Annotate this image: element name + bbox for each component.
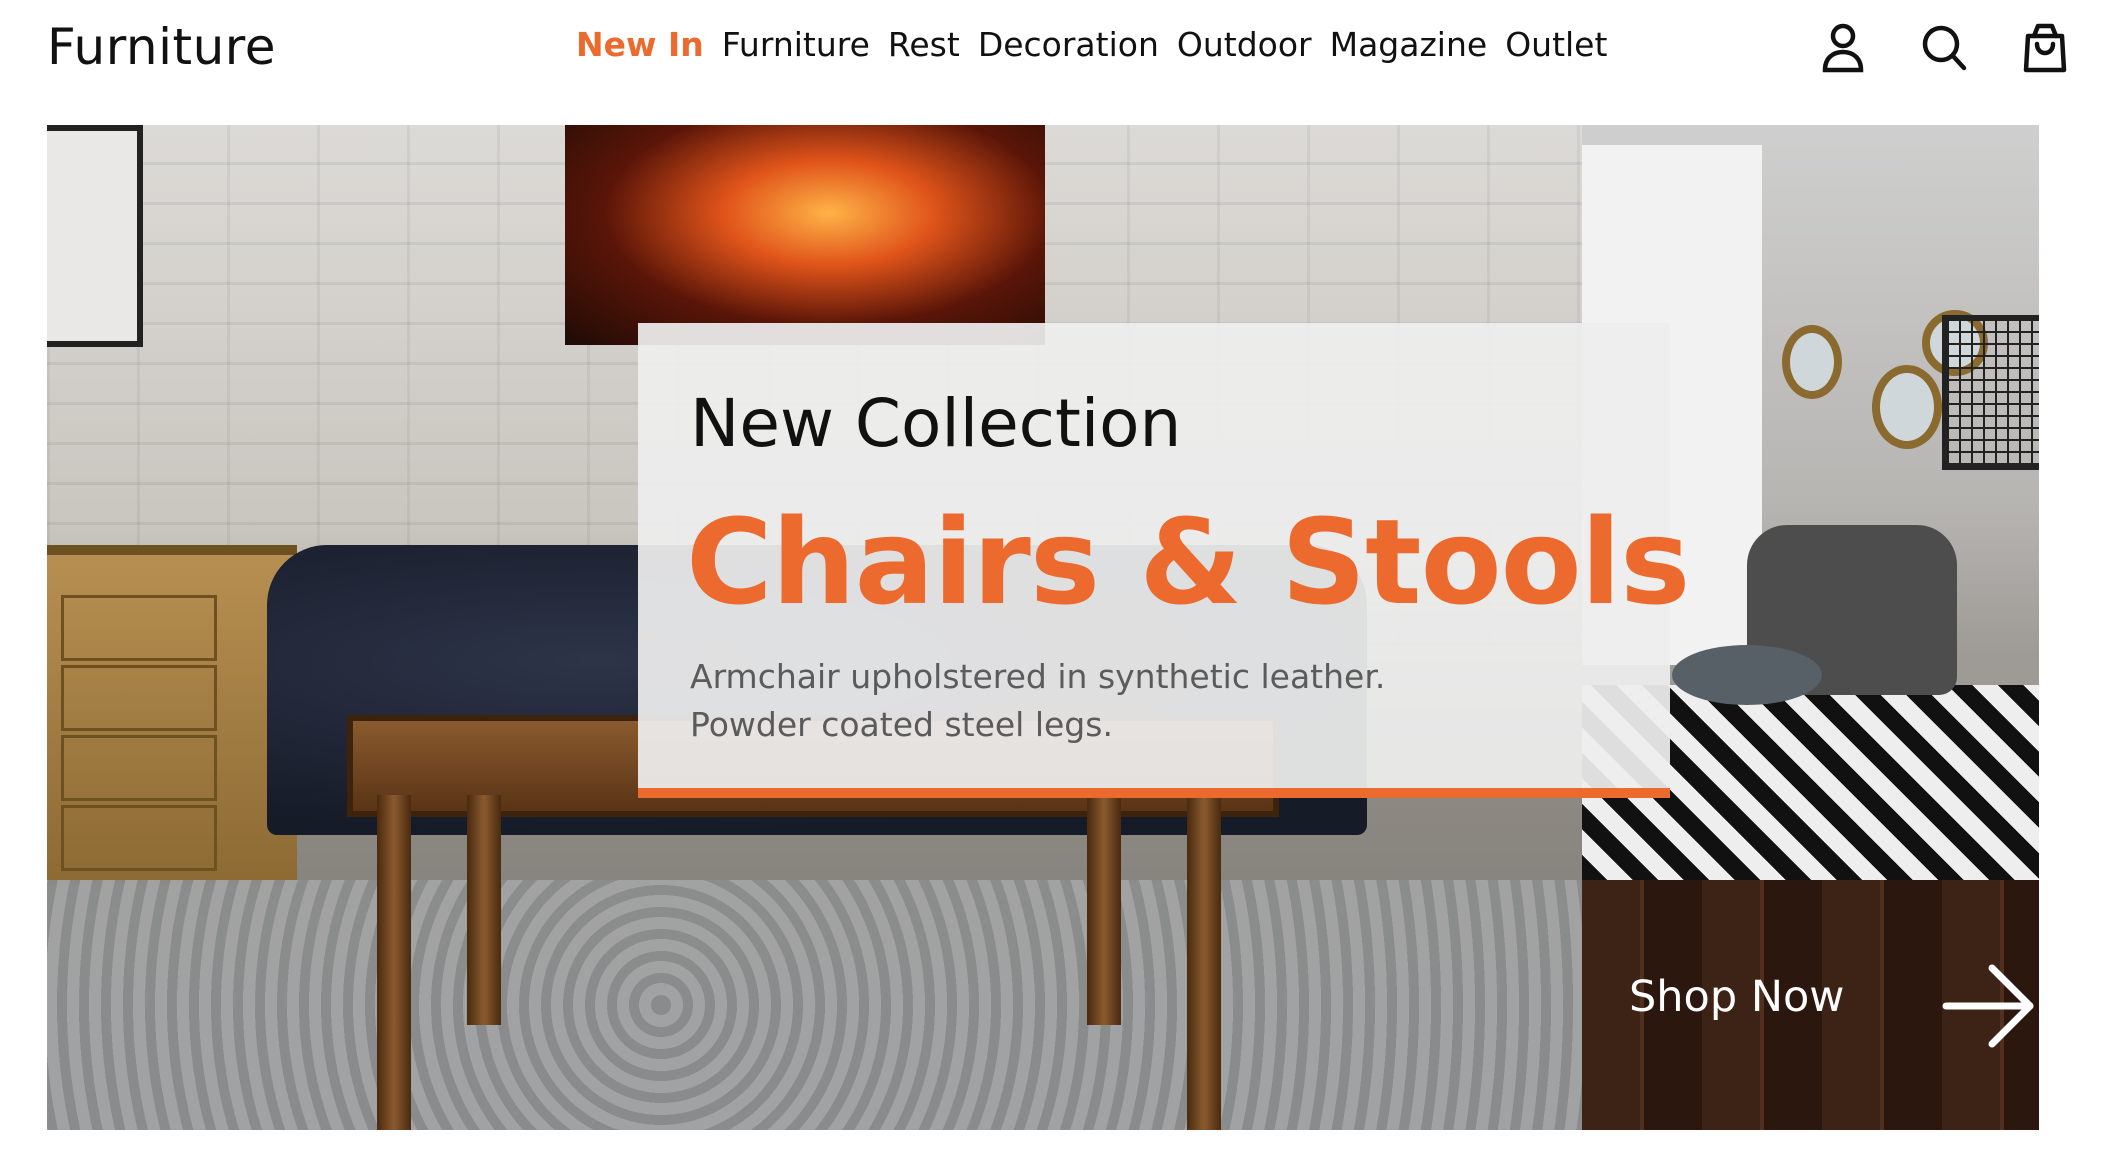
wall-frame <box>47 125 143 347</box>
round-mirror <box>1872 365 1942 449</box>
nav-item-rest[interactable]: Rest <box>888 25 960 64</box>
rug <box>47 880 1582 1130</box>
round-mirror <box>1782 325 1842 399</box>
user-icon[interactable] <box>1820 22 1866 74</box>
collection-card: New Collection Chairs & Stools Armchair … <box>638 323 1690 798</box>
collection-description: Armchair upholstered in synthetic leathe… <box>690 653 1385 749</box>
dresser <box>47 545 297 885</box>
nav-item-outlet[interactable]: Outlet <box>1505 25 1607 64</box>
nav-item-outdoor[interactable]: Outdoor <box>1177 25 1312 64</box>
description-line: Powder coated steel legs. <box>690 705 1113 744</box>
description-line: Armchair upholstered in synthetic leathe… <box>690 657 1386 696</box>
collection-kicker: New Collection <box>690 385 1182 462</box>
side-table <box>1672 645 1822 705</box>
collection-title: Chairs & Stools <box>686 493 1690 631</box>
wall-painting <box>565 125 1045 345</box>
nav-item-magazine[interactable]: Magazine <box>1330 25 1488 64</box>
nav-item-furniture[interactable]: Furniture <box>722 25 870 64</box>
wall-grid <box>1942 315 2039 470</box>
main-nav: New In Furniture Rest Decoration Outdoor… <box>576 25 1607 64</box>
table-leg <box>1187 795 1221 1130</box>
table-leg <box>1087 795 1121 1025</box>
nav-item-decoration[interactable]: Decoration <box>978 25 1159 64</box>
hero-banner: Shop Now New Collection Chairs & Stools … <box>47 125 2039 1130</box>
table-leg <box>377 795 411 1130</box>
nav-item-new-in[interactable]: New In <box>576 25 704 64</box>
shop-now-button[interactable]: Shop Now <box>1582 880 2039 1130</box>
search-icon[interactable] <box>1921 22 1967 74</box>
table-leg <box>467 795 501 1025</box>
arrow-right-icon <box>1942 964 2034 1048</box>
site-logo[interactable]: Furniture <box>47 18 276 76</box>
shopping-bag-icon[interactable] <box>2022 22 2068 74</box>
shop-now-label: Shop Now <box>1629 972 1845 1022</box>
header-icons <box>1820 22 2068 74</box>
